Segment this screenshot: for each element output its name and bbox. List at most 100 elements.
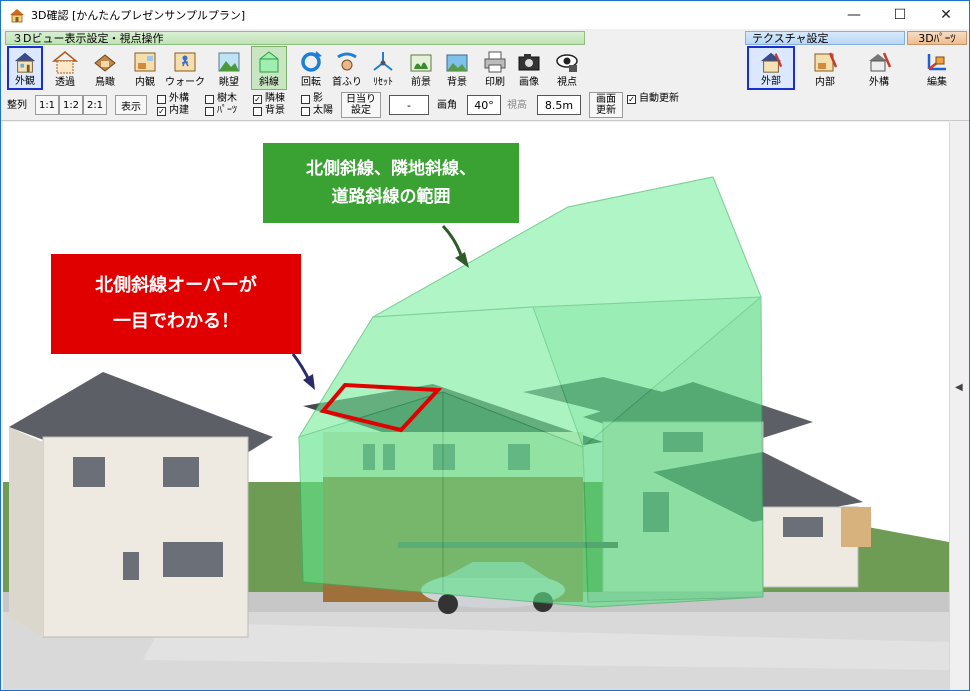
head-turn-label: 首ふり — [332, 77, 362, 88]
foreground-label: 前景 — [411, 77, 431, 88]
exterior-works-checkbox[interactable] — [157, 95, 166, 104]
parts-group-title: 3Dﾊﾟｰﾂ — [907, 31, 967, 45]
birdseye-view-button[interactable]: 鳥瞰 — [87, 46, 123, 90]
house-exterior-icon — [14, 52, 36, 73]
display-button[interactable]: 表示 — [115, 95, 147, 115]
texture-exterior-button[interactable]: 外部 — [747, 46, 795, 90]
ratio-1-2-button[interactable]: 1:2 — [59, 95, 83, 115]
setback-line-button[interactable]: 斜線 — [251, 46, 287, 90]
3d-viewport[interactable]: 北側斜線、隣地斜線、 道路斜線の範囲 北側斜線オーバーが 一目でわかる！ — [3, 122, 949, 690]
texture-exterior-label: 外部 — [761, 76, 781, 87]
walk-view-button[interactable]: ウォーク — [165, 46, 205, 90]
neighbor-building-checkbox[interactable]: ✓ — [253, 95, 262, 104]
image-save-label: 画像 — [519, 77, 539, 88]
auto-refresh-label: 自動更新 — [639, 93, 679, 104]
background-check-label: 背景 — [265, 105, 285, 116]
parts-edit-label: 編集 — [927, 77, 947, 88]
green-callout-line2: 道路斜線の範囲 — [331, 187, 451, 207]
reset-icon — [373, 52, 393, 71]
left-neighbor-house — [9, 372, 273, 638]
collapse-arrow-icon[interactable]: ◀ — [955, 382, 963, 393]
view-group-title: ３Dビュー表示設定・視点操作 — [5, 31, 585, 45]
print-button[interactable]: 印刷 — [477, 46, 513, 90]
view-angle-label: 画角 — [437, 100, 457, 111]
landscape-view-label: 眺望 — [219, 77, 239, 88]
foreground-button[interactable]: 前景 — [403, 46, 439, 90]
reset-label: ﾘｾｯﾄ — [373, 77, 393, 88]
eye-height-field[interactable]: 8.5m — [537, 95, 581, 115]
texture-exterior-works-button[interactable]: 外構 — [855, 46, 903, 90]
sun-setting-button[interactable]: 日当り 設定 — [341, 92, 381, 118]
texture-interior-label: 内部 — [815, 77, 835, 88]
sun-check-label: 太陽 — [313, 105, 333, 116]
exterior-view-label: 外観 — [15, 76, 35, 87]
image-save-button[interactable]: 画像 — [511, 46, 547, 90]
transparent-view-button[interactable]: 透過 — [47, 46, 83, 90]
landscape-icon — [218, 52, 240, 72]
viewpoint-button[interactable]: 視点 — [549, 46, 585, 90]
exterior-works-icon — [869, 52, 892, 72]
eye-icon — [556, 54, 578, 72]
print-label: 印刷 — [485, 77, 505, 88]
overrun-callout: 北側斜線オーバーが 一目でわかる！ — [51, 254, 301, 354]
setback-volume — [297, 176, 764, 608]
close-button[interactable]: ✕ — [923, 1, 969, 29]
eye-height-label: 視高 — [507, 100, 527, 111]
green-callout-line1: 北側斜線、隣地斜線、 — [306, 159, 476, 179]
texture-interior-button[interactable]: 内部 — [801, 46, 849, 90]
align-label: 整列 — [7, 100, 27, 111]
camera-icon — [518, 54, 540, 71]
neighbor-building-check-label: 隣棟 — [265, 93, 285, 104]
interior-view-button[interactable]: 内観 — [127, 46, 163, 90]
background-label: 背景 — [447, 77, 467, 88]
texture-group-title: テクスチャ設定 — [745, 31, 905, 45]
foreground-icon — [410, 54, 432, 72]
setback-range-callout: 北側斜線、隣地斜線、 道路斜線の範囲 — [263, 143, 519, 223]
trees-checkbox[interactable] — [205, 95, 214, 104]
dash-field[interactable]: - — [389, 95, 429, 115]
app-house-icon — [10, 9, 24, 23]
ratio-1-1-button[interactable]: 1:1 — [35, 95, 59, 115]
parts-checkbox[interactable] — [205, 107, 214, 116]
screen-refresh-button[interactable]: 画面 更新 — [589, 92, 623, 118]
transparent-house-icon — [52, 51, 78, 74]
app-window: 3D確認 [かんたんプレゼンサンプルプラン] — ☐ ✕ ３Dビュー表示設定・視… — [0, 0, 970, 691]
rotate-icon — [301, 51, 322, 72]
view-angle-field[interactable]: 40° — [467, 95, 501, 115]
red-callout-line1: 北側斜線オーバーが — [95, 275, 257, 296]
sun-setting-line2: 設定 — [351, 105, 371, 116]
walk-icon — [174, 52, 196, 72]
exterior-view-button[interactable]: 外観 — [7, 46, 43, 90]
window-title: 3D確認 [かんたんプレゼンサンプルプラン] — [31, 9, 246, 22]
parts-check-label: ﾊﾟｰﾂ — [217, 105, 237, 116]
auto-refresh-checkbox[interactable]: ✓ — [627, 95, 636, 104]
reset-button[interactable]: ﾘｾｯﾄ — [365, 46, 401, 90]
minimize-button[interactable]: — — [831, 1, 877, 29]
shadow-check-label: 影 — [313, 93, 323, 104]
sun-setting-line1: 日当り — [346, 94, 376, 105]
exterior-paint-icon — [760, 52, 783, 73]
background-icon — [446, 54, 468, 72]
red-callout-line2: 一目でわかる！ — [113, 311, 239, 332]
sun-checkbox[interactable] — [301, 107, 310, 116]
built-in-check-label: 内建 — [169, 105, 189, 116]
main-toolbar: ３Dビュー表示設定・視点操作 テクスチャ設定 3Dﾊﾟｰﾂ 外観 透過 鳥瞰 内… — [1, 29, 969, 91]
background-button[interactable]: 背景 — [439, 46, 475, 90]
side-panel-toggle[interactable]: ◀ — [949, 122, 969, 690]
title-bar: 3D確認 [かんたんプレゼンサンプルプラン] — ☐ ✕ — [1, 1, 969, 29]
built-in-checkbox[interactable]: ✓ — [157, 107, 166, 116]
walk-view-label: ウォーク — [165, 77, 205, 88]
shadow-checkbox[interactable] — [301, 95, 310, 104]
interior-paint-icon — [814, 52, 838, 72]
exterior-works-check-label: 外構 — [169, 93, 189, 104]
background-checkbox[interactable] — [253, 107, 262, 116]
trees-check-label: 樹木 — [217, 93, 237, 104]
head-turn-button[interactable]: 首ふり — [329, 46, 365, 90]
head-turn-icon — [337, 52, 357, 71]
printer-icon — [484, 51, 506, 73]
parts-edit-button[interactable]: 編集 — [913, 46, 961, 90]
ratio-2-1-button[interactable]: 2:1 — [83, 95, 107, 115]
maximize-button[interactable]: ☐ — [877, 1, 923, 29]
landscape-view-button[interactable]: 眺望 — [211, 46, 247, 90]
rotate-button[interactable]: 回転 — [293, 46, 329, 90]
